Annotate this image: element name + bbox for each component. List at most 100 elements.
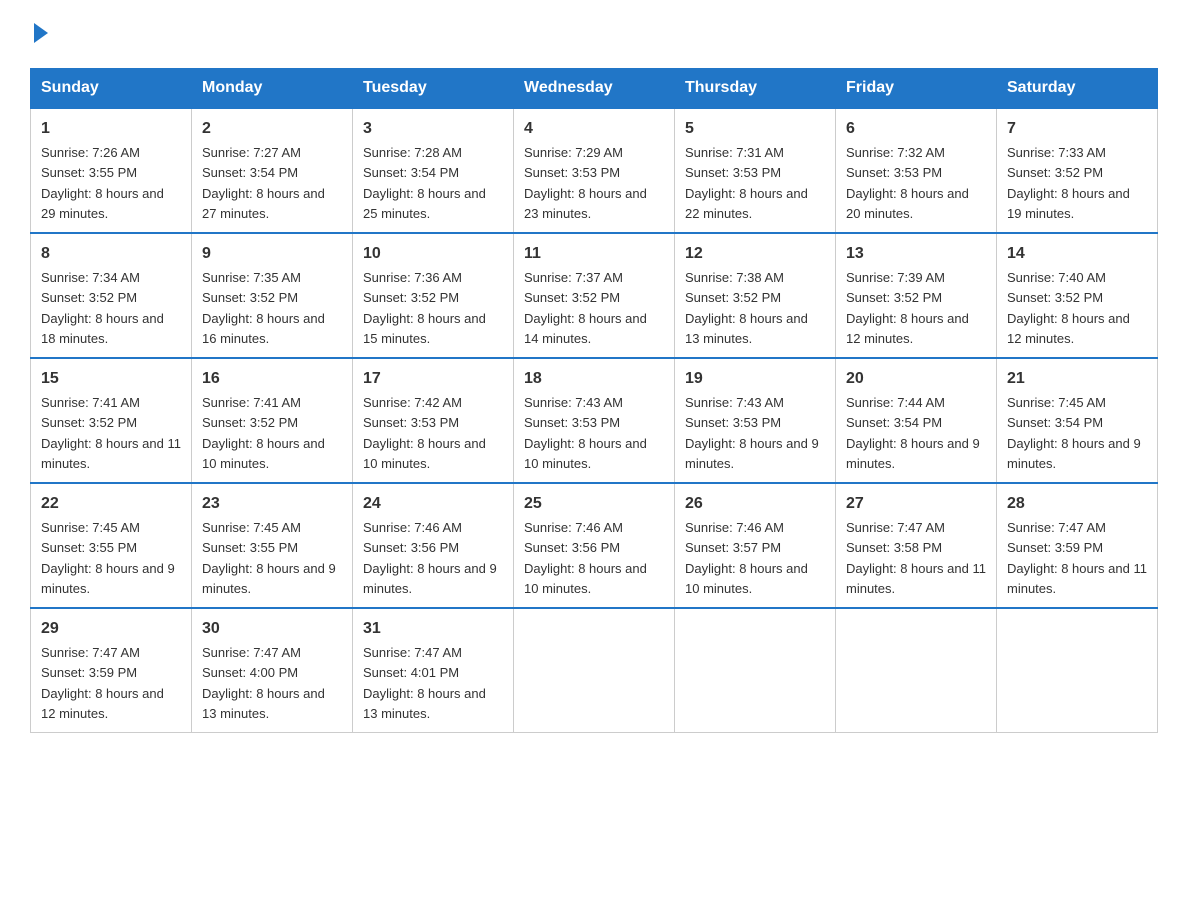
day-number: 23 xyxy=(202,492,342,516)
day-cell-18: 18 Sunrise: 7:43 AMSunset: 3:53 PMDayligh… xyxy=(514,358,675,483)
day-number: 27 xyxy=(846,492,986,516)
day-info: Sunrise: 7:33 AMSunset: 3:52 PMDaylight:… xyxy=(1007,145,1130,221)
day-info: Sunrise: 7:45 AMSunset: 3:55 PMDaylight:… xyxy=(202,520,336,596)
day-number: 15 xyxy=(41,367,181,391)
day-number: 20 xyxy=(846,367,986,391)
day-info: Sunrise: 7:37 AMSunset: 3:52 PMDaylight:… xyxy=(524,270,647,346)
header-tuesday: Tuesday xyxy=(353,69,514,109)
day-info: Sunrise: 7:46 AMSunset: 3:56 PMDaylight:… xyxy=(363,520,497,596)
day-cell-7: 7 Sunrise: 7:33 AMSunset: 3:52 PMDaylight… xyxy=(997,108,1158,233)
day-cell-empty xyxy=(675,608,836,733)
day-info: Sunrise: 7:41 AMSunset: 3:52 PMDaylight:… xyxy=(41,395,181,471)
day-info: Sunrise: 7:35 AMSunset: 3:52 PMDaylight:… xyxy=(202,270,325,346)
day-cell-14: 14 Sunrise: 7:40 AMSunset: 3:52 PMDayligh… xyxy=(997,233,1158,358)
day-cell-9: 9Sunrise: 7:35 AMSunset: 3:52 PMDaylight… xyxy=(192,233,353,358)
day-cell-29: 29 Sunrise: 7:47 AMSunset: 3:59 PMDayligh… xyxy=(31,608,192,733)
day-number: 26 xyxy=(685,492,825,516)
day-info: Sunrise: 7:46 AMSunset: 3:56 PMDaylight:… xyxy=(524,520,647,596)
day-cell-2: 2Sunrise: 7:27 AMSunset: 3:54 PMDaylight… xyxy=(192,108,353,233)
page-header xyxy=(30,20,1158,48)
day-info: Sunrise: 7:32 AMSunset: 3:53 PMDaylight:… xyxy=(846,145,969,221)
day-number: 19 xyxy=(685,367,825,391)
day-cell-30: 30Sunrise: 7:47 AMSunset: 4:00 PMDayligh… xyxy=(192,608,353,733)
day-cell-26: 26 Sunrise: 7:46 AMSunset: 3:57 PMDayligh… xyxy=(675,483,836,608)
day-cell-5: 5 Sunrise: 7:31 AMSunset: 3:53 PMDaylight… xyxy=(675,108,836,233)
day-cell-28: 28Sunrise: 7:47 AMSunset: 3:59 PMDayligh… xyxy=(997,483,1158,608)
day-number: 7 xyxy=(1007,117,1147,141)
day-number: 14 xyxy=(1007,242,1147,266)
day-cell-21: 21 Sunrise: 7:45 AMSunset: 3:54 PMDayligh… xyxy=(997,358,1158,483)
header-thursday: Thursday xyxy=(675,69,836,109)
day-number: 13 xyxy=(846,242,986,266)
day-info: Sunrise: 7:39 AMSunset: 3:52 PMDaylight:… xyxy=(846,270,969,346)
day-cell-empty xyxy=(997,608,1158,733)
day-cell-8: 8 Sunrise: 7:34 AMSunset: 3:52 PMDaylight… xyxy=(31,233,192,358)
day-number: 10 xyxy=(363,242,503,266)
day-number: 31 xyxy=(363,617,503,641)
day-cell-6: 6 Sunrise: 7:32 AMSunset: 3:53 PMDaylight… xyxy=(836,108,997,233)
day-number: 16 xyxy=(202,367,342,391)
day-cell-15: 15 Sunrise: 7:41 AMSunset: 3:52 PMDayligh… xyxy=(31,358,192,483)
calendar-header-row: SundayMondayTuesdayWednesdayThursdayFrid… xyxy=(31,69,1158,109)
day-info: Sunrise: 7:47 AMSunset: 4:00 PMDaylight:… xyxy=(202,645,325,721)
day-info: Sunrise: 7:28 AMSunset: 3:54 PMDaylight:… xyxy=(363,145,486,221)
day-info: Sunrise: 7:45 AMSunset: 3:54 PMDaylight:… xyxy=(1007,395,1141,471)
day-info: Sunrise: 7:41 AMSunset: 3:52 PMDaylight:… xyxy=(202,395,325,471)
day-info: Sunrise: 7:42 AMSunset: 3:53 PMDaylight:… xyxy=(363,395,486,471)
week-row-1: 1 Sunrise: 7:26 AMSunset: 3:55 PMDaylight… xyxy=(31,108,1158,233)
day-cell-10: 10 Sunrise: 7:36 AMSunset: 3:52 PMDayligh… xyxy=(353,233,514,358)
day-cell-1: 1 Sunrise: 7:26 AMSunset: 3:55 PMDaylight… xyxy=(31,108,192,233)
day-cell-3: 3Sunrise: 7:28 AMSunset: 3:54 PMDaylight… xyxy=(353,108,514,233)
header-monday: Monday xyxy=(192,69,353,109)
day-info: Sunrise: 7:46 AMSunset: 3:57 PMDaylight:… xyxy=(685,520,808,596)
day-number: 4 xyxy=(524,117,664,141)
day-cell-empty xyxy=(836,608,997,733)
day-cell-13: 13 Sunrise: 7:39 AMSunset: 3:52 PMDayligh… xyxy=(836,233,997,358)
day-number: 18 xyxy=(524,367,664,391)
day-number: 6 xyxy=(846,117,986,141)
day-cell-empty xyxy=(514,608,675,733)
day-number: 1 xyxy=(41,117,181,141)
day-info: Sunrise: 7:43 AMSunset: 3:53 PMDaylight:… xyxy=(524,395,647,471)
day-cell-25: 25 Sunrise: 7:46 AMSunset: 3:56 PMDayligh… xyxy=(514,483,675,608)
day-cell-24: 24 Sunrise: 7:46 AMSunset: 3:56 PMDayligh… xyxy=(353,483,514,608)
day-info: Sunrise: 7:40 AMSunset: 3:52 PMDaylight:… xyxy=(1007,270,1130,346)
day-info: Sunrise: 7:44 AMSunset: 3:54 PMDaylight:… xyxy=(846,395,980,471)
day-cell-19: 19Sunrise: 7:43 AMSunset: 3:53 PMDayligh… xyxy=(675,358,836,483)
day-cell-4: 4 Sunrise: 7:29 AMSunset: 3:53 PMDaylight… xyxy=(514,108,675,233)
header-sunday: Sunday xyxy=(31,69,192,109)
week-row-2: 8 Sunrise: 7:34 AMSunset: 3:52 PMDaylight… xyxy=(31,233,1158,358)
day-cell-27: 27 Sunrise: 7:47 AMSunset: 3:58 PMDayligh… xyxy=(836,483,997,608)
header-wednesday: Wednesday xyxy=(514,69,675,109)
day-number: 24 xyxy=(363,492,503,516)
day-info: Sunrise: 7:47 AMSunset: 3:58 PMDaylight:… xyxy=(846,520,986,596)
logo-triangle-icon xyxy=(34,23,48,43)
day-cell-12: 12Sunrise: 7:38 AMSunset: 3:52 PMDayligh… xyxy=(675,233,836,358)
day-number: 21 xyxy=(1007,367,1147,391)
day-info: Sunrise: 7:26 AMSunset: 3:55 PMDaylight:… xyxy=(41,145,164,221)
day-number: 28 xyxy=(1007,492,1147,516)
day-number: 22 xyxy=(41,492,181,516)
logo-general-text xyxy=(30,20,48,48)
day-number: 5 xyxy=(685,117,825,141)
week-row-3: 15 Sunrise: 7:41 AMSunset: 3:52 PMDayligh… xyxy=(31,358,1158,483)
calendar-table: SundayMondayTuesdayWednesdayThursdayFrid… xyxy=(30,68,1158,733)
day-info: Sunrise: 7:34 AMSunset: 3:52 PMDaylight:… xyxy=(41,270,164,346)
header-saturday: Saturday xyxy=(997,69,1158,109)
day-number: 12 xyxy=(685,242,825,266)
day-number: 17 xyxy=(363,367,503,391)
day-number: 25 xyxy=(524,492,664,516)
day-cell-22: 22 Sunrise: 7:45 AMSunset: 3:55 PMDayligh… xyxy=(31,483,192,608)
day-cell-17: 17 Sunrise: 7:42 AMSunset: 3:53 PMDayligh… xyxy=(353,358,514,483)
day-info: Sunrise: 7:47 AMSunset: 3:59 PMDaylight:… xyxy=(41,645,164,721)
day-info: Sunrise: 7:29 AMSunset: 3:53 PMDaylight:… xyxy=(524,145,647,221)
day-info: Sunrise: 7:31 AMSunset: 3:53 PMDaylight:… xyxy=(685,145,808,221)
week-row-4: 22 Sunrise: 7:45 AMSunset: 3:55 PMDayligh… xyxy=(31,483,1158,608)
day-info: Sunrise: 7:45 AMSunset: 3:55 PMDaylight:… xyxy=(41,520,175,596)
day-number: 8 xyxy=(41,242,181,266)
day-number: 29 xyxy=(41,617,181,641)
day-cell-11: 11Sunrise: 7:37 AMSunset: 3:52 PMDayligh… xyxy=(514,233,675,358)
day-info: Sunrise: 7:47 AMSunset: 4:01 PMDaylight:… xyxy=(363,645,486,721)
day-info: Sunrise: 7:36 AMSunset: 3:52 PMDaylight:… xyxy=(363,270,486,346)
day-cell-31: 31 Sunrise: 7:47 AMSunset: 4:01 PMDayligh… xyxy=(353,608,514,733)
